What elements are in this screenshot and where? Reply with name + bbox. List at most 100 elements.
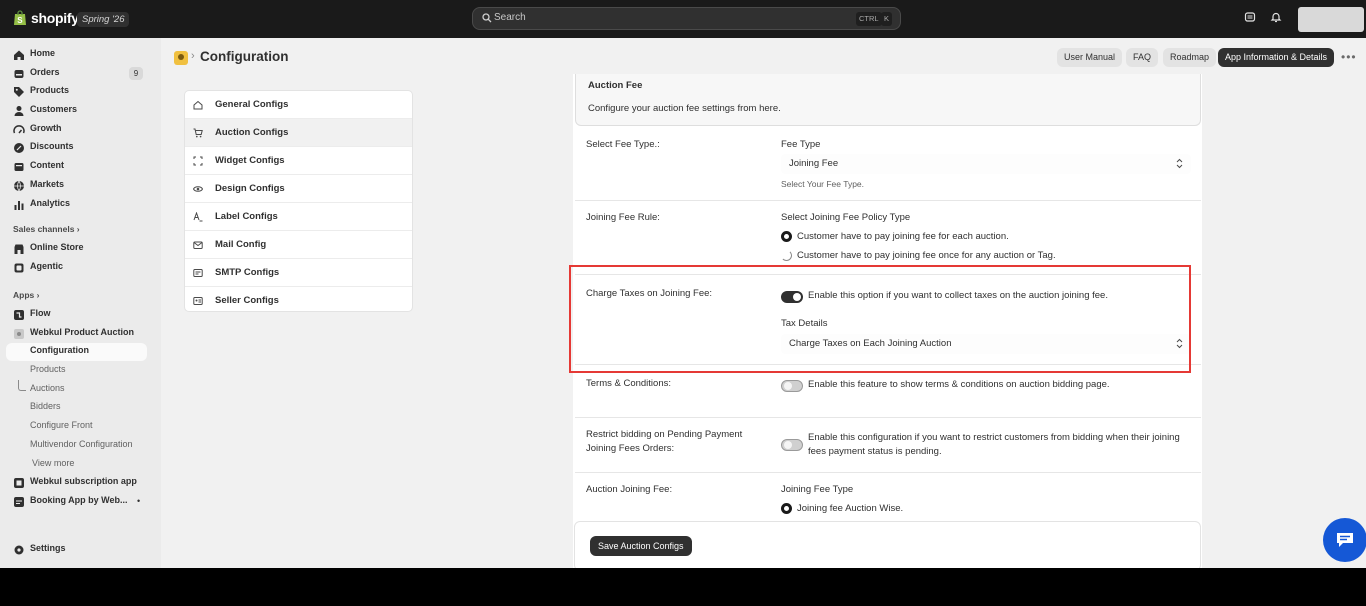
person-icon — [14, 106, 24, 116]
sidebar-item-webkul-subscription-app[interactable]: Webkul subscription app — [0, 474, 161, 492]
joining-fee-row-label: Auction Joining Fee: — [586, 484, 673, 495]
chart-icon — [14, 201, 24, 210]
main-content: › Configuration User Manual FAQ Roadmap … — [161, 38, 1366, 568]
menu-general-configs[interactable]: General Configs — [185, 91, 412, 119]
globe-icon — [14, 180, 24, 192]
sidebar-view-more[interactable]: View more — [0, 456, 161, 474]
sidebar-item-customers[interactable]: Customers — [0, 102, 161, 120]
sidebar-item-markets[interactable]: Markets — [0, 177, 161, 195]
radio-each-auction[interactable] — [781, 231, 792, 242]
sidebar-item-webkul-product-auction[interactable]: Webkul Product Auction — [0, 325, 161, 343]
joining-fee-type-label: Joining Fee Type — [781, 484, 854, 495]
sidebar-item-booking-app[interactable]: Booking App by Web... • — [0, 493, 161, 511]
search-bar[interactable]: Search CTRL K — [472, 7, 901, 30]
sidebar-item-label: Agentic — [30, 261, 64, 271]
cart-icon — [193, 128, 203, 138]
sidebar-item-label: Online Store — [30, 242, 84, 252]
sidebar-item-label: Growth — [30, 123, 62, 133]
joining-rule-row-label: Joining Fee Rule: — [586, 212, 660, 223]
menu-widget-configs[interactable]: Widget Configs — [185, 147, 412, 175]
user-manual-button[interactable]: User Manual — [1057, 48, 1123, 67]
restrict-toggle[interactable] — [781, 439, 803, 451]
sidebar-item-agentic[interactable]: Agentic — [0, 259, 161, 277]
sidebar-item-label: Webkul Product Auction — [30, 327, 135, 337]
menu-label: Auction Configs — [215, 127, 289, 138]
app-info-button[interactable]: App Information & Details — [1218, 48, 1335, 67]
home-icon — [14, 50, 24, 60]
sidebar-item-home[interactable]: Home — [0, 46, 161, 64]
divider — [575, 417, 1201, 418]
sidebar-item-label: Configuration — [30, 345, 89, 355]
radio-once-any-auction[interactable] — [781, 250, 792, 261]
mail-icon — [193, 241, 203, 249]
radio-auction-wise[interactable] — [781, 503, 792, 514]
section-title: Auction Fee — [588, 80, 643, 91]
menu-mail-config[interactable]: Mail Config — [185, 231, 412, 259]
config-menu: General Configs Auction Configs Widget C… — [184, 90, 413, 312]
section-description: Configure your auction fee settings from… — [588, 103, 781, 114]
sidebar-subitem-configure-front[interactable]: Configure Front — [0, 418, 161, 436]
discount-icon — [14, 143, 24, 153]
sidebar-item-discounts[interactable]: Discounts — [0, 139, 161, 157]
shopify-logo[interactable]: S shopify — [13, 10, 79, 26]
toggle-label: Enable this configuration if you want to… — [808, 432, 1180, 443]
fee-type-label: Fee Type — [781, 139, 821, 150]
sidebar-item-label: Flow — [30, 308, 51, 318]
apps-heading[interactable]: Apps › — [13, 290, 39, 300]
edition-badge: Spring '26 — [77, 12, 130, 27]
flow-icon — [14, 310, 24, 320]
save-auction-configs-button[interactable]: Save Auction Configs — [590, 536, 692, 556]
page-title: Configuration — [200, 49, 289, 64]
radio-label: Customer have to pay joining fee for eac… — [797, 231, 1009, 242]
widget-icon — [193, 156, 203, 166]
toggle-label-2: fees payment status is pending. — [808, 446, 942, 457]
sales-channels-heading[interactable]: Sales channels › — [13, 224, 80, 234]
roadmap-button[interactable]: Roadmap — [1163, 48, 1217, 67]
sidebar-item-label: Discounts — [30, 141, 74, 151]
sidebar-item-flow[interactable]: Flow — [0, 306, 161, 324]
sidebar-item-online-store[interactable]: Online Store — [0, 240, 161, 258]
sidebar: Home Orders 9 Products Customers Growth … — [0, 38, 161, 568]
sidebar-item-label: Analytics — [30, 198, 71, 208]
sidebar-item-products[interactable]: Products — [0, 83, 161, 101]
menu-seller-configs[interactable]: Seller Configs — [185, 287, 412, 311]
store-switcher-icon[interactable] — [1244, 11, 1256, 23]
agentic-icon — [14, 263, 24, 273]
menu-label-configs[interactable]: Label Configs — [185, 203, 412, 231]
sidebar-subitem-products[interactable]: Products — [0, 362, 161, 380]
more-actions-icon[interactable]: ••• — [1341, 50, 1357, 64]
menu-design-configs[interactable]: Design Configs — [185, 175, 412, 203]
sidebar-item-growth[interactable]: Growth — [0, 121, 161, 139]
search-placeholder: Search — [494, 12, 526, 23]
sidebar-item-orders[interactable]: Orders 9 — [0, 65, 161, 83]
chat-icon — [1337, 533, 1353, 547]
select-value: Joining Fee — [789, 158, 839, 169]
sidebar-item-label: Multivendor Configuration — [30, 439, 133, 449]
fee-type-select[interactable]: Joining Fee — [781, 154, 1191, 174]
sidebar-subitem-bidders[interactable]: Bidders — [0, 399, 161, 417]
sidebar-item-analytics[interactable]: Analytics — [0, 196, 161, 214]
top-bar: S shopify Spring '26 Search CTRL K — [0, 0, 1366, 38]
sidebar-subitem-auctions[interactable]: Auctions — [0, 381, 161, 399]
app-icon[interactable] — [174, 51, 188, 65]
chat-button[interactable] — [1323, 518, 1366, 562]
sidebar-item-content[interactable]: Content — [0, 158, 161, 176]
auction-fee-header: Auction Fee Configure your auction fee s… — [575, 74, 1201, 126]
terms-toggle[interactable] — [781, 380, 803, 392]
restrict-row-label-2: Joining Fees Orders: — [586, 443, 675, 454]
sidebar-item-label: Customers — [30, 104, 78, 114]
sidebar-item-label: Settings — [30, 543, 66, 553]
radio-label: Joining fee Auction Wise. — [797, 503, 904, 514]
menu-auction-configs[interactable]: Auction Configs — [185, 119, 412, 147]
bell-icon[interactable] — [1270, 11, 1282, 23]
sidebar-item-configuration[interactable]: Configuration — [6, 343, 147, 361]
menu-label: Widget Configs — [215, 155, 285, 166]
highlight-box — [569, 265, 1191, 373]
menu-label: Label Configs — [215, 211, 278, 222]
menu-label: Seller Configs — [215, 295, 279, 306]
menu-smtp-configs[interactable]: SMTP Configs — [185, 259, 412, 287]
sidebar-subitem-multivendor-configuration[interactable]: Multivendor Configuration — [0, 437, 161, 455]
account-menu[interactable] — [1298, 7, 1364, 32]
sidebar-item-settings[interactable]: Settings — [0, 541, 161, 559]
faq-button[interactable]: FAQ — [1126, 48, 1159, 67]
